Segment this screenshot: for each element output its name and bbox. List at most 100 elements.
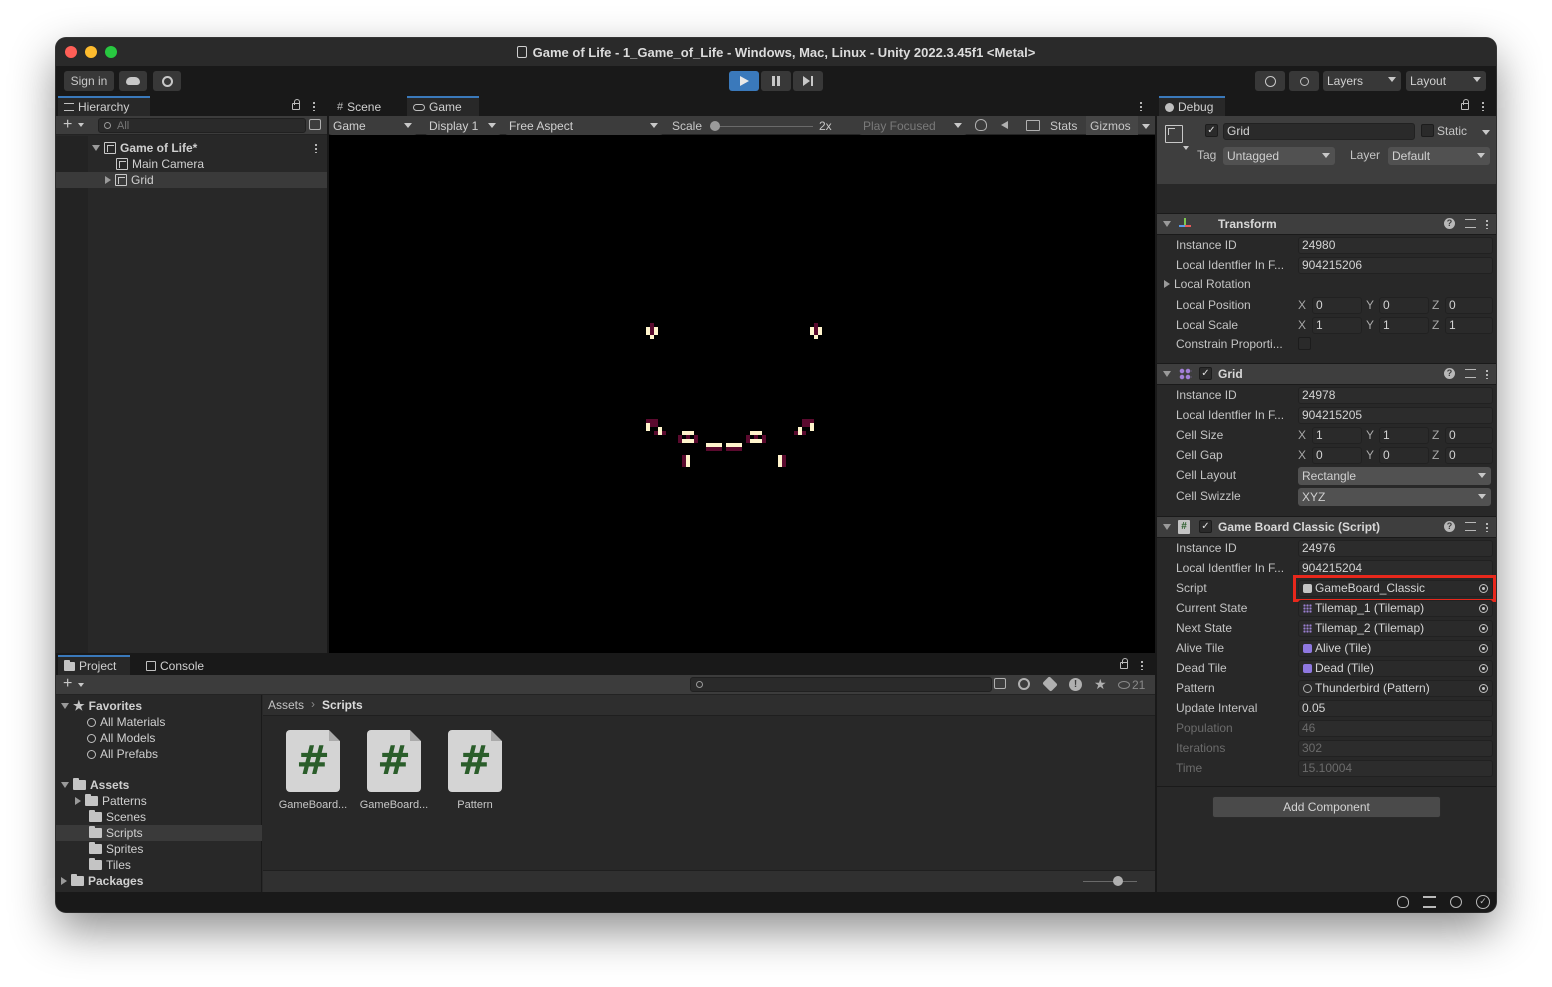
alive-tile-field[interactable]: Alive (Tile) [1298, 640, 1493, 657]
more-options-icon[interactable] [313, 101, 315, 111]
assets-folder-row[interactable]: Assets [61, 777, 129, 793]
local-rotation-row[interactable]: Local Rotation [1164, 276, 1251, 292]
chevron-down-icon[interactable] [78, 123, 84, 127]
chevron-down-icon[interactable] [1142, 124, 1150, 129]
script-enabled-checkbox[interactable]: ✓ [1199, 520, 1212, 533]
dead-tile-field[interactable]: Dead (Tile) [1298, 660, 1493, 677]
search-options-icon[interactable] [994, 678, 1006, 689]
cell-gap-y-field[interactable]: 0 [1379, 447, 1429, 464]
favorite-item-all-prefabs[interactable]: All Prefabs [87, 746, 158, 762]
gizmos-button[interactable]: Gizmos [1086, 116, 1138, 135]
folder-item-sprites[interactable]: Sprites [89, 841, 143, 857]
star-icon[interactable]: ★ [1094, 676, 1107, 693]
hierarchy-item-main-camera[interactable]: Main Camera [116, 156, 204, 172]
favorite-item-all-models[interactable]: All Models [87, 730, 155, 746]
packages-folder-row[interactable]: Packages [61, 873, 143, 889]
presets-icon[interactable] [1465, 369, 1476, 378]
csharp-script-icon[interactable]: # [448, 730, 502, 792]
icon-size-slider-track[interactable] [1083, 881, 1137, 882]
collapse-arrow-icon[interactable] [1163, 371, 1171, 377]
add-component-button[interactable]: Add Component [1212, 796, 1441, 818]
project-search-input[interactable] [690, 677, 992, 692]
csharp-script-icon[interactable]: # [286, 730, 340, 792]
cell-gap-z-field[interactable]: 0 [1445, 447, 1493, 464]
object-picker-icon[interactable] [1479, 624, 1488, 633]
create-asset-button[interactable]: + [63, 676, 72, 692]
more-options-icon[interactable] [1141, 660, 1143, 670]
tab-debug-inspector[interactable]: Debug [1159, 96, 1225, 116]
keyboard-icon[interactable] [1026, 120, 1040, 131]
constrain-proportions-checkbox[interactable] [1298, 337, 1311, 350]
tab-scene[interactable]: # Scene [331, 96, 403, 116]
layers-dropdown[interactable]: Layers [1323, 71, 1401, 91]
gameboard-script-component-header[interactable]: # ✓ Game Board Classic (Script) ? [1157, 516, 1496, 538]
create-button[interactable]: + [63, 117, 72, 133]
game-render-view[interactable] [329, 136, 1155, 653]
current-state-field[interactable]: Tilemap_1 (Tilemap) [1298, 600, 1493, 617]
position-z-field[interactable]: 0 [1445, 297, 1493, 314]
collapse-arrow-icon[interactable] [1163, 524, 1171, 530]
pattern-field[interactable]: Thunderbird (Pattern) [1298, 680, 1493, 697]
next-state-field[interactable]: Tilemap_2 (Tilemap) [1298, 620, 1493, 637]
asset-label-gameboard-1[interactable]: GameBoard... [273, 799, 353, 811]
scale-y-field[interactable]: 1 [1379, 317, 1429, 334]
scale-x-field[interactable]: 1 [1312, 317, 1362, 334]
cloud-button[interactable] [119, 71, 147, 91]
more-options-icon[interactable] [1482, 101, 1484, 111]
play-focused-dropdown[interactable]: Play Focused [859, 117, 967, 135]
search-button[interactable] [1289, 71, 1319, 91]
scale-slider-track[interactable] [713, 126, 813, 127]
tag-dropdown[interactable]: Untagged [1223, 147, 1335, 165]
help-icon[interactable]: ? [1444, 521, 1455, 532]
icon-picker-chevron[interactable] [1183, 146, 1189, 150]
transform-component-header[interactable]: Transform ? [1157, 213, 1496, 235]
static-dropdown-icon[interactable] [1482, 130, 1490, 135]
cell-swizzle-dropdown[interactable]: XYZ [1298, 488, 1491, 506]
position-x-field[interactable]: 0 [1312, 297, 1362, 314]
grid-component-header[interactable]: ✓ Grid ? [1157, 363, 1496, 385]
position-y-field[interactable]: 0 [1379, 297, 1429, 314]
asset-label-gameboard-2[interactable]: GameBoard... [354, 799, 434, 811]
object-picker-icon[interactable] [1479, 684, 1488, 693]
component-menu-icon[interactable] [1486, 368, 1488, 379]
expand-arrow-icon[interactable] [105, 176, 111, 184]
debug-mode-icon[interactable] [1397, 896, 1409, 908]
csharp-script-icon[interactable]: # [367, 730, 421, 792]
game-mode-dropdown[interactable]: Game [329, 117, 417, 135]
tab-project[interactable]: Project [58, 655, 130, 675]
audio-mute-icon[interactable] [1001, 121, 1008, 129]
hierarchy-item-grid[interactable]: Grid [56, 172, 327, 188]
folder-item-scripts[interactable]: Scripts [56, 825, 262, 841]
tab-game[interactable]: Game [407, 96, 479, 116]
help-icon[interactable]: ? [1444, 218, 1455, 229]
chevron-down-icon[interactable] [78, 683, 84, 687]
auto-generate-lighting-icon[interactable] [1450, 896, 1462, 908]
lock-icon[interactable] [1120, 658, 1128, 669]
cache-server-icon[interactable] [1423, 896, 1436, 908]
progress-check-icon[interactable]: ✓ [1476, 895, 1490, 909]
pause-button[interactable] [761, 71, 791, 91]
lock-icon[interactable] [292, 99, 300, 110]
presets-icon[interactable] [1465, 522, 1476, 531]
object-picker-icon[interactable] [1479, 664, 1488, 673]
breadcrumb-scripts[interactable]: Scripts [322, 698, 363, 712]
filter-by-label-icon[interactable] [1042, 676, 1058, 692]
filter-by-type-icon[interactable] [1018, 678, 1030, 690]
favorites-row[interactable]: ★ Favorites [61, 698, 142, 714]
scale-slider-handle[interactable] [710, 121, 720, 131]
folder-item-scenes[interactable]: Scenes [89, 809, 146, 825]
folder-item-patterns[interactable]: Patterns [75, 793, 147, 809]
static-checkbox[interactable] [1421, 124, 1434, 137]
tab-console[interactable]: Console [140, 655, 218, 675]
aspect-dropdown[interactable]: Free Aspect [505, 117, 663, 135]
scale-z-field[interactable]: 1 [1445, 317, 1493, 334]
tab-hierarchy[interactable]: Hierarchy [58, 96, 150, 116]
maximize-window-button[interactable] [105, 46, 117, 58]
layout-dropdown[interactable]: Layout [1406, 71, 1486, 91]
close-window-button[interactable] [65, 46, 77, 58]
hierarchy-search-input[interactable]: All [98, 118, 306, 133]
folder-item-tiles[interactable]: Tiles [89, 857, 131, 873]
cell-size-z-field[interactable]: 0 [1445, 427, 1493, 444]
breadcrumb-assets[interactable]: Assets [268, 698, 304, 712]
grid-enabled-checkbox[interactable]: ✓ [1199, 367, 1212, 380]
